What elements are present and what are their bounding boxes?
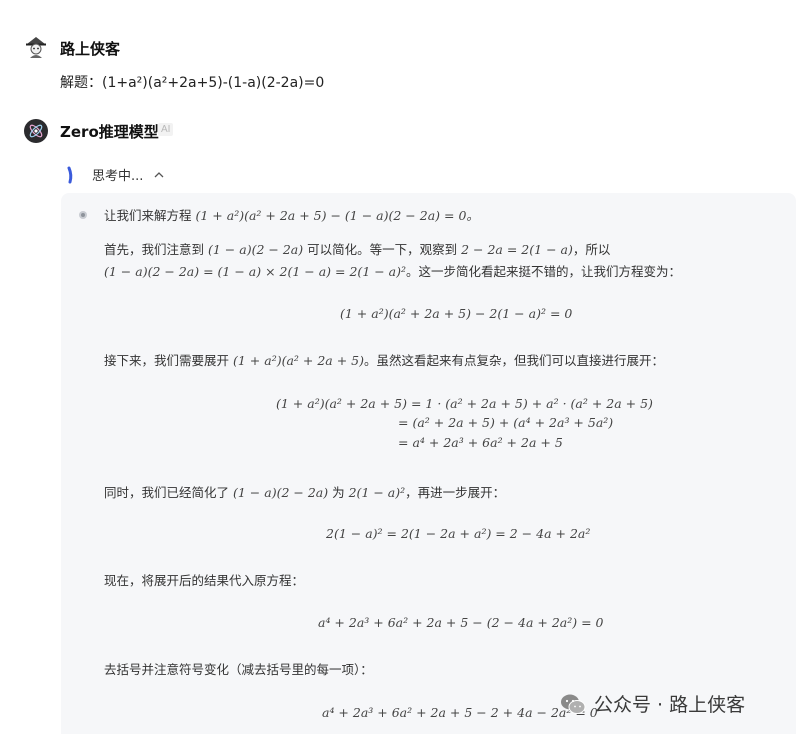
p2-a: 首先，我们注意到 <box>104 242 205 257</box>
p4-math: (1 + a²)(a² + 2a + 5) <box>233 353 365 368</box>
reasoning-paragraph-2: 首先，我们注意到 (1 − a)(2 − 2a) 可以简化。等一下，观察到 2 … <box>104 241 610 259</box>
thinking-spinner-icon <box>67 166 73 183</box>
p5-a: 同时，我们已经简化了 <box>104 485 230 500</box>
p2-c: ，所以 <box>572 242 611 257</box>
bot-name: Zero推理模型 <box>60 123 159 141</box>
reasoning-paragraph-1: 让我们来解方程 (1 + a²)(a² + 2a + 5) − (1 − a)(… <box>104 207 479 225</box>
watermark-text: 公众号 · 路上侠客 <box>594 694 746 716</box>
equation-1: (1 + a²)(a² + 2a + 5) − 2(1 − a)² = 0 <box>340 306 573 321</box>
p4-b: 。虽然这看起来有点复杂，但我们可以直接进行展开： <box>364 353 665 368</box>
p3-text: 。这一步简化看起来挺不错的，让我们方程变为： <box>406 264 682 279</box>
reasoning-paragraph-7: 去括号并注意符号变化（减去括号里的每一项）： <box>104 662 373 677</box>
watermark: 公众号 · 路上侠客 <box>560 690 745 717</box>
thinking-label: 思考中... <box>92 169 144 184</box>
ai-badge: AI <box>158 123 174 136</box>
p4-a: 接下来，我们需要展开 <box>104 353 230 368</box>
p1-text: 让我们来解方程 <box>104 208 192 223</box>
wechat-icon <box>561 694 586 714</box>
equation-2-line-1: (1 + a²)(a² + 2a + 5) = 1 · (a² + 2a + 5… <box>276 396 653 411</box>
p2-b: 可以简化。等一下，观察到 <box>307 242 458 257</box>
equation-2-line-2: = (a² + 2a + 5) + (a⁴ + 2a³ + 5a²) <box>398 415 614 430</box>
reasoning-paragraph-5: 同时，我们已经简化了 (1 − a)(2 − 2a) 为 2(1 − a)²，再… <box>104 484 505 502</box>
step-bullet-icon <box>79 211 87 219</box>
user-avatar <box>24 35 48 59</box>
p5-math1: (1 − a)(2 − 2a) <box>233 485 329 500</box>
equation-2-line-3: = a⁴ + 2a³ + 6a² + 2a + 5 <box>398 435 563 450</box>
equation-5: a⁴ + 2a³ + 6a² + 2a + 5 − 2 + 4a − 2a² =… <box>322 705 598 720</box>
p5-b: 为 <box>332 485 345 500</box>
reasoning-paragraph-3: (1 − a)(2 − 2a) = (1 − a) × 2(1 − a) = 2… <box>104 263 681 281</box>
reasoning-paragraph-4: 接下来，我们需要展开 (1 + a²)(a² + 2a + 5)。虽然这看起来有… <box>104 352 664 370</box>
equation-3: 2(1 − a)² = 2(1 − 2a + a²) = 2 − 4a + 2a… <box>326 526 591 541</box>
p2-math2: 2 − 2a = 2(1 − a) <box>461 242 573 257</box>
p5-c: ，再进一步展开： <box>405 485 506 500</box>
user-message: 解题：(1+a²)(a²+2a+5)-(1-a)(2-2a)=0 <box>60 75 325 91</box>
reasoning-paragraph-6: 现在，将展开后的结果代入原方程： <box>104 573 305 588</box>
p2-math1: (1 − a)(2 − 2a) <box>208 242 304 257</box>
atom-icon <box>29 124 43 138</box>
thinking-toggle[interactable]: 思考中... <box>66 165 165 184</box>
p5-math2: 2(1 − a)² <box>348 485 406 500</box>
equation-4: a⁴ + 2a³ + 6a² + 2a + 5 − (2 − 4a + 2a²)… <box>318 615 604 630</box>
chevron-up-icon[interactable] <box>153 169 165 181</box>
bot-avatar <box>24 119 48 143</box>
p3-math: (1 − a)(2 − 2a) = (1 − a) × 2(1 − a) = 2… <box>104 264 407 279</box>
p1-math: (1 + a²)(a² + 2a + 5) − (1 − a)(2 − 2a) … <box>195 208 479 223</box>
user-name: 路上侠客 <box>60 40 121 58</box>
